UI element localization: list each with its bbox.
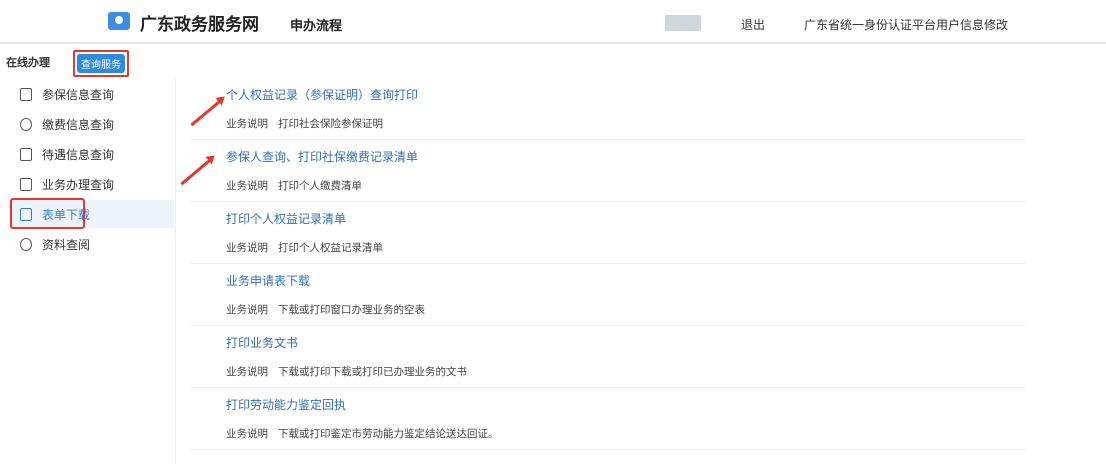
site-logo-icon	[108, 12, 130, 30]
header: 广东政务服务网 申办流程 退出 广东省统一身份认证平台用户信息修改	[0, 0, 1106, 44]
document-icon	[20, 147, 32, 161]
process-link[interactable]: 申办流程	[290, 15, 342, 34]
service-title[interactable]: 打印个人权益记录清单	[226, 210, 346, 227]
sidebar-item-business[interactable]: 业务办理查询	[12, 170, 174, 198]
service-desc: 下载或打印下载或打印已办理业务的文书	[278, 366, 467, 378]
sidebar-item-label: 缴费信息查询	[42, 117, 115, 132]
info-icon	[20, 237, 32, 251]
highlight-box	[10, 198, 85, 229]
sidebar-item-benefits[interactable]: 待遇信息查询	[12, 140, 174, 168]
service-desc: 打印个人权益记录清单	[278, 242, 383, 254]
service-desc: 下载或打印鉴定市劳动能力鉴定结论送达回证。	[278, 428, 499, 440]
desc-label: 业务说明	[226, 242, 268, 254]
list-item: 个人权益记录（参保证明）查询打印业务说明 打印社会保险参保证明	[190, 78, 1026, 140]
document-icon	[20, 87, 32, 101]
list-item: 参保人查询、打印社保缴费记录清单业务说明 打印个人缴费清单	[190, 140, 1026, 202]
sidebar-item-label: 资料查阅	[42, 237, 91, 252]
desc-label: 业务说明	[226, 180, 268, 192]
sidebar: 参保信息查询 缴费信息查询 待遇信息查询 业务办理查询 表单下载 资料查阅	[0, 78, 176, 464]
sidebar-item-insurance[interactable]: 参保信息查询	[12, 80, 174, 108]
logout-link[interactable]: 退出	[741, 16, 765, 33]
service-list: 个人权益记录（参保证明）查询打印 业务说明 打印社会保险参保证明 参保人查询、打印社…	[190, 78, 1026, 450]
service-title[interactable]: 个人权益记录（参保证明）查询打印	[226, 86, 418, 103]
desc-label: 业务说明	[226, 366, 268, 378]
tab-query-highlight[interactable]: 查询服务	[73, 50, 129, 77]
list-item: 打印劳动能力鉴定回执业务说明 下载或打印鉴定市劳动能力鉴定结论送达回证。	[190, 388, 1026, 450]
service-desc: 打印个人缴费清单	[278, 180, 362, 192]
sidebar-item-label: 待遇信息查询	[42, 147, 115, 162]
service-title[interactable]: 打印劳动能力鉴定回执	[226, 396, 346, 413]
list-item: 业务申请表下载业务说明 下载或打印窗口办理业务的空表	[190, 264, 1026, 326]
modify-user-info-link[interactable]: 广东省统一身份认证平台用户信息修改	[804, 16, 1008, 33]
sidebar-item-label: 参保信息查询	[42, 87, 115, 102]
service-title[interactable]: 参保人查询、打印社保缴费记录清单	[226, 148, 418, 165]
list-item: 打印业务文书业务说明 下载或打印下载或打印已办理业务的文书	[190, 326, 1026, 388]
tab-online[interactable]: 在线办理	[6, 54, 50, 70]
username-blurred	[665, 15, 701, 31]
service-desc: 下载或打印窗口办理业务的空表	[278, 304, 425, 316]
file-icon	[20, 177, 32, 191]
desc-label: 业务说明	[226, 118, 268, 130]
list-item: 打印个人权益记录清单 业务说明 打印个人权益记录清单	[190, 202, 1026, 264]
tab-query[interactable]: 查询服务	[77, 54, 125, 73]
desc-label: 业务说明	[226, 428, 268, 440]
sidebar-item-label: 业务办理查询	[42, 177, 115, 192]
service-title[interactable]: 业务申请表下载	[226, 272, 310, 289]
service-desc: 打印社会保险参保证明	[278, 118, 383, 130]
sidebar-item-materials[interactable]: 资料查阅	[12, 230, 174, 258]
service-title[interactable]: 打印业务文书	[226, 334, 298, 351]
desc-label: 业务说明	[226, 304, 268, 316]
sidebar-item-payment[interactable]: 缴费信息查询	[12, 110, 174, 138]
site-name[interactable]: 广东政务服务网	[140, 10, 259, 35]
coin-icon	[20, 117, 32, 131]
